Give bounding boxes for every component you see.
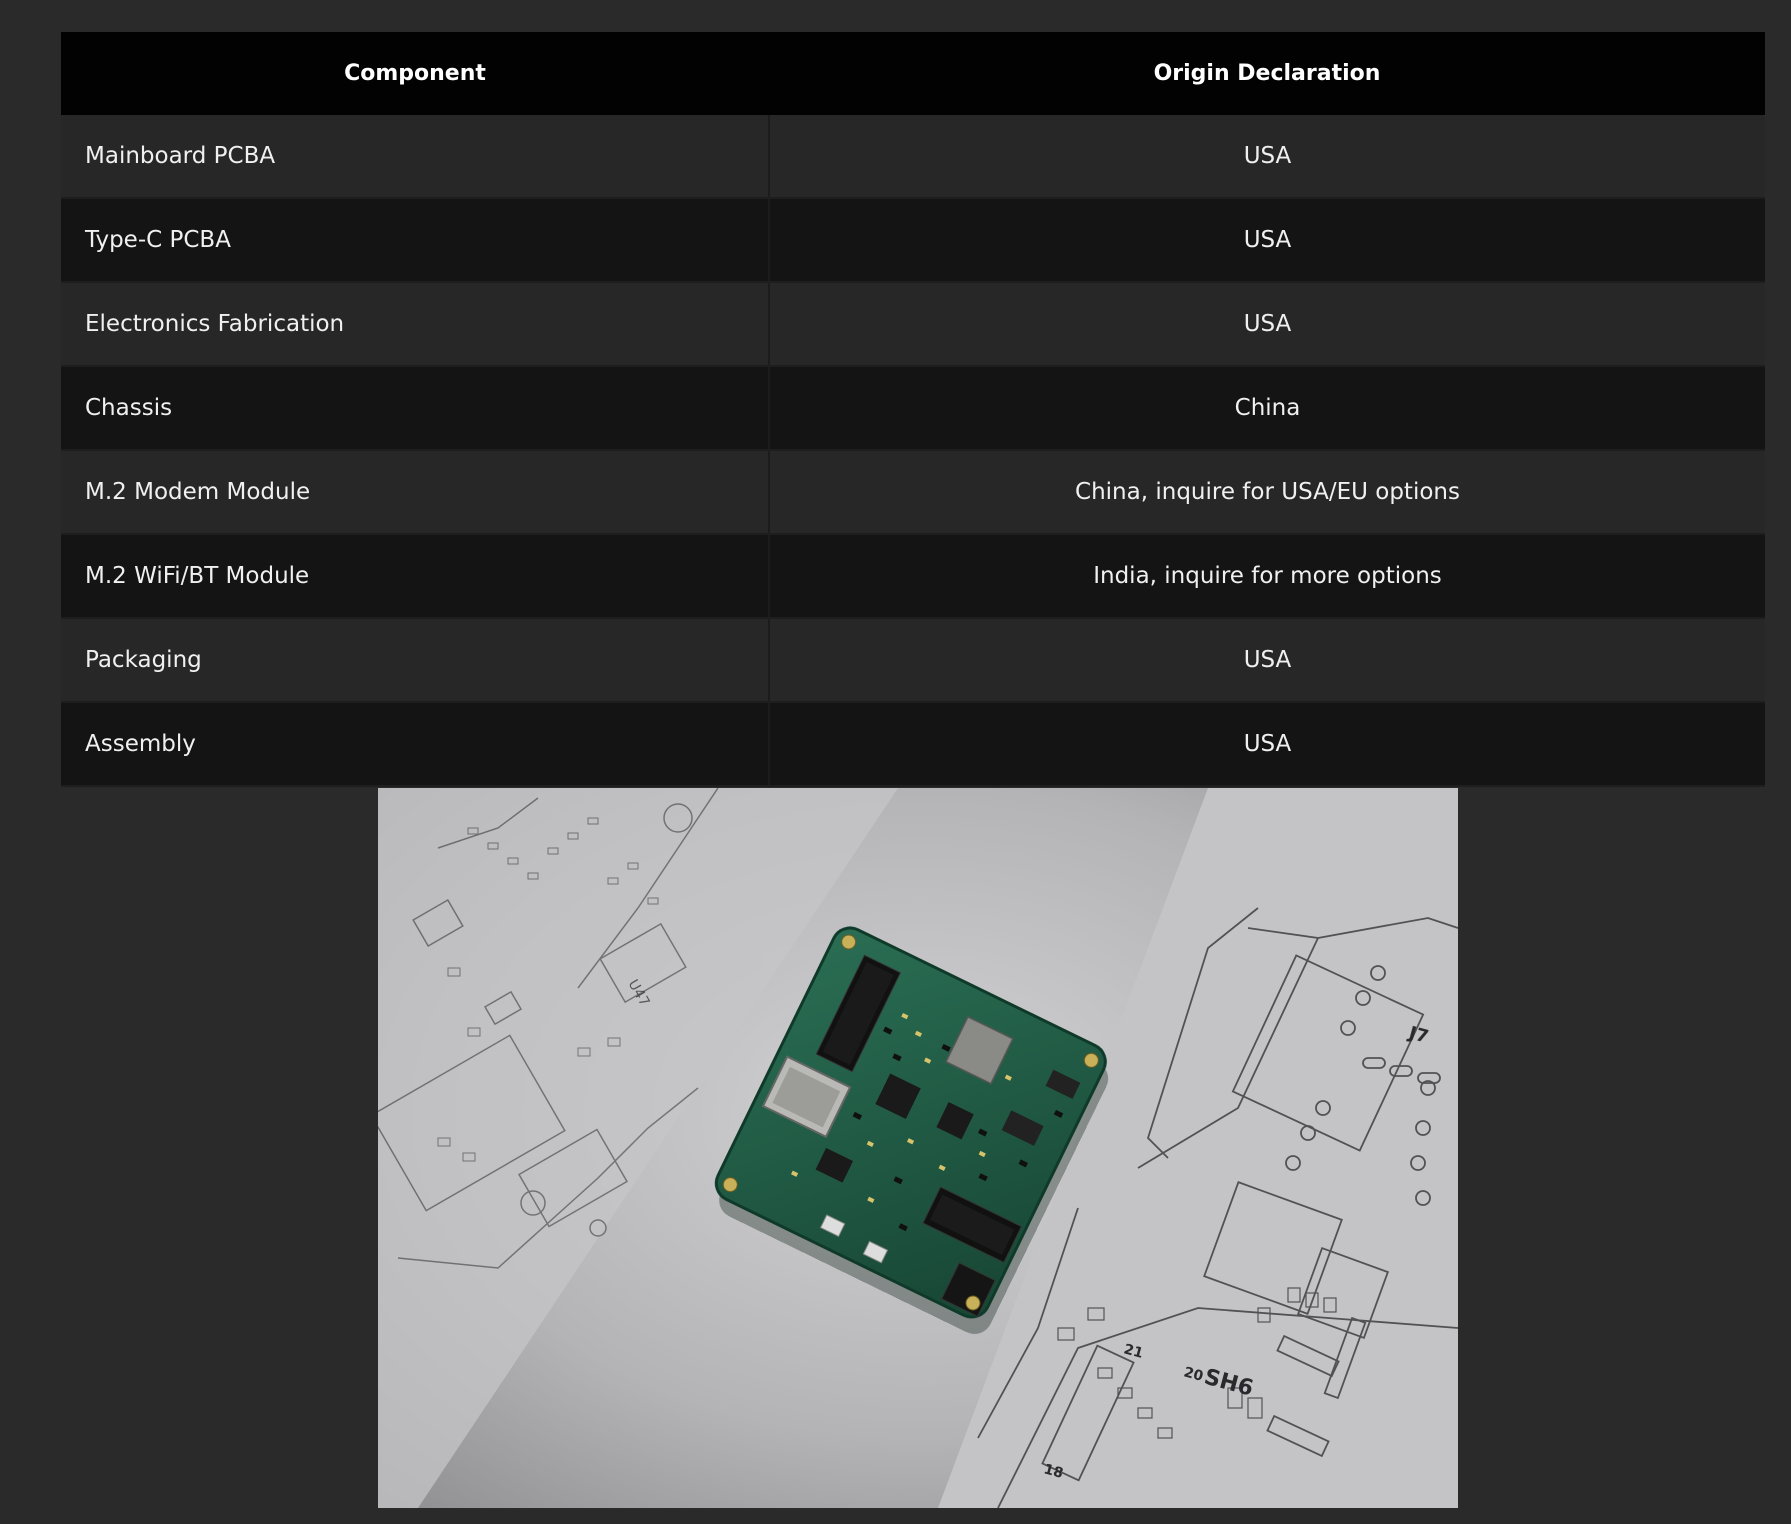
component-cell: Chassis: [61, 366, 770, 451]
table-row: M.2 Modem Module China, inquire for USA/…: [61, 450, 1765, 535]
table-row: Type-C PCBA USA: [61, 198, 1765, 283]
column-header-component: Component: [61, 32, 769, 115]
page: Component Origin Declaration Mainboard P…: [0, 0, 1791, 1524]
component-cell: Mainboard PCBA: [61, 115, 770, 199]
origin-cell: China: [769, 366, 1765, 451]
component-cell: Type-C PCBA: [61, 198, 770, 283]
table-row: Mainboard PCBA USA: [61, 115, 1765, 199]
pcb-on-schematics-illustration: U47 J7 SH6 21 20 18: [378, 788, 1458, 1508]
table-row: Assembly USA: [61, 702, 1765, 787]
component-cell: Electronics Fabrication: [61, 282, 770, 367]
origin-declaration-table: Component Origin Declaration Mainboard P…: [61, 32, 1765, 787]
origin-cell: USA: [769, 282, 1765, 367]
product-photo: U47 J7 SH6 21 20 18: [378, 788, 1458, 1508]
origin-cell: India, inquire for more options: [769, 534, 1765, 619]
table-row: Packaging USA: [61, 618, 1765, 703]
component-cell: M.2 WiFi/BT Module: [61, 534, 770, 619]
origin-cell: USA: [769, 618, 1765, 703]
component-cell: M.2 Modem Module: [61, 450, 770, 535]
table-row: M.2 WiFi/BT Module India, inquire for mo…: [61, 534, 1765, 619]
component-cell: Assembly: [61, 702, 770, 787]
origin-cell: USA: [769, 115, 1765, 199]
origin-cell: USA: [769, 198, 1765, 283]
component-cell: Packaging: [61, 618, 770, 703]
table-header-row: Component Origin Declaration: [61, 32, 1765, 115]
table-row: Electronics Fabrication USA: [61, 282, 1765, 367]
origin-cell: China, inquire for USA/EU options: [769, 450, 1765, 535]
table-row: Chassis China: [61, 366, 1765, 451]
column-header-origin: Origin Declaration: [769, 32, 1765, 115]
origin-cell: USA: [769, 702, 1765, 787]
